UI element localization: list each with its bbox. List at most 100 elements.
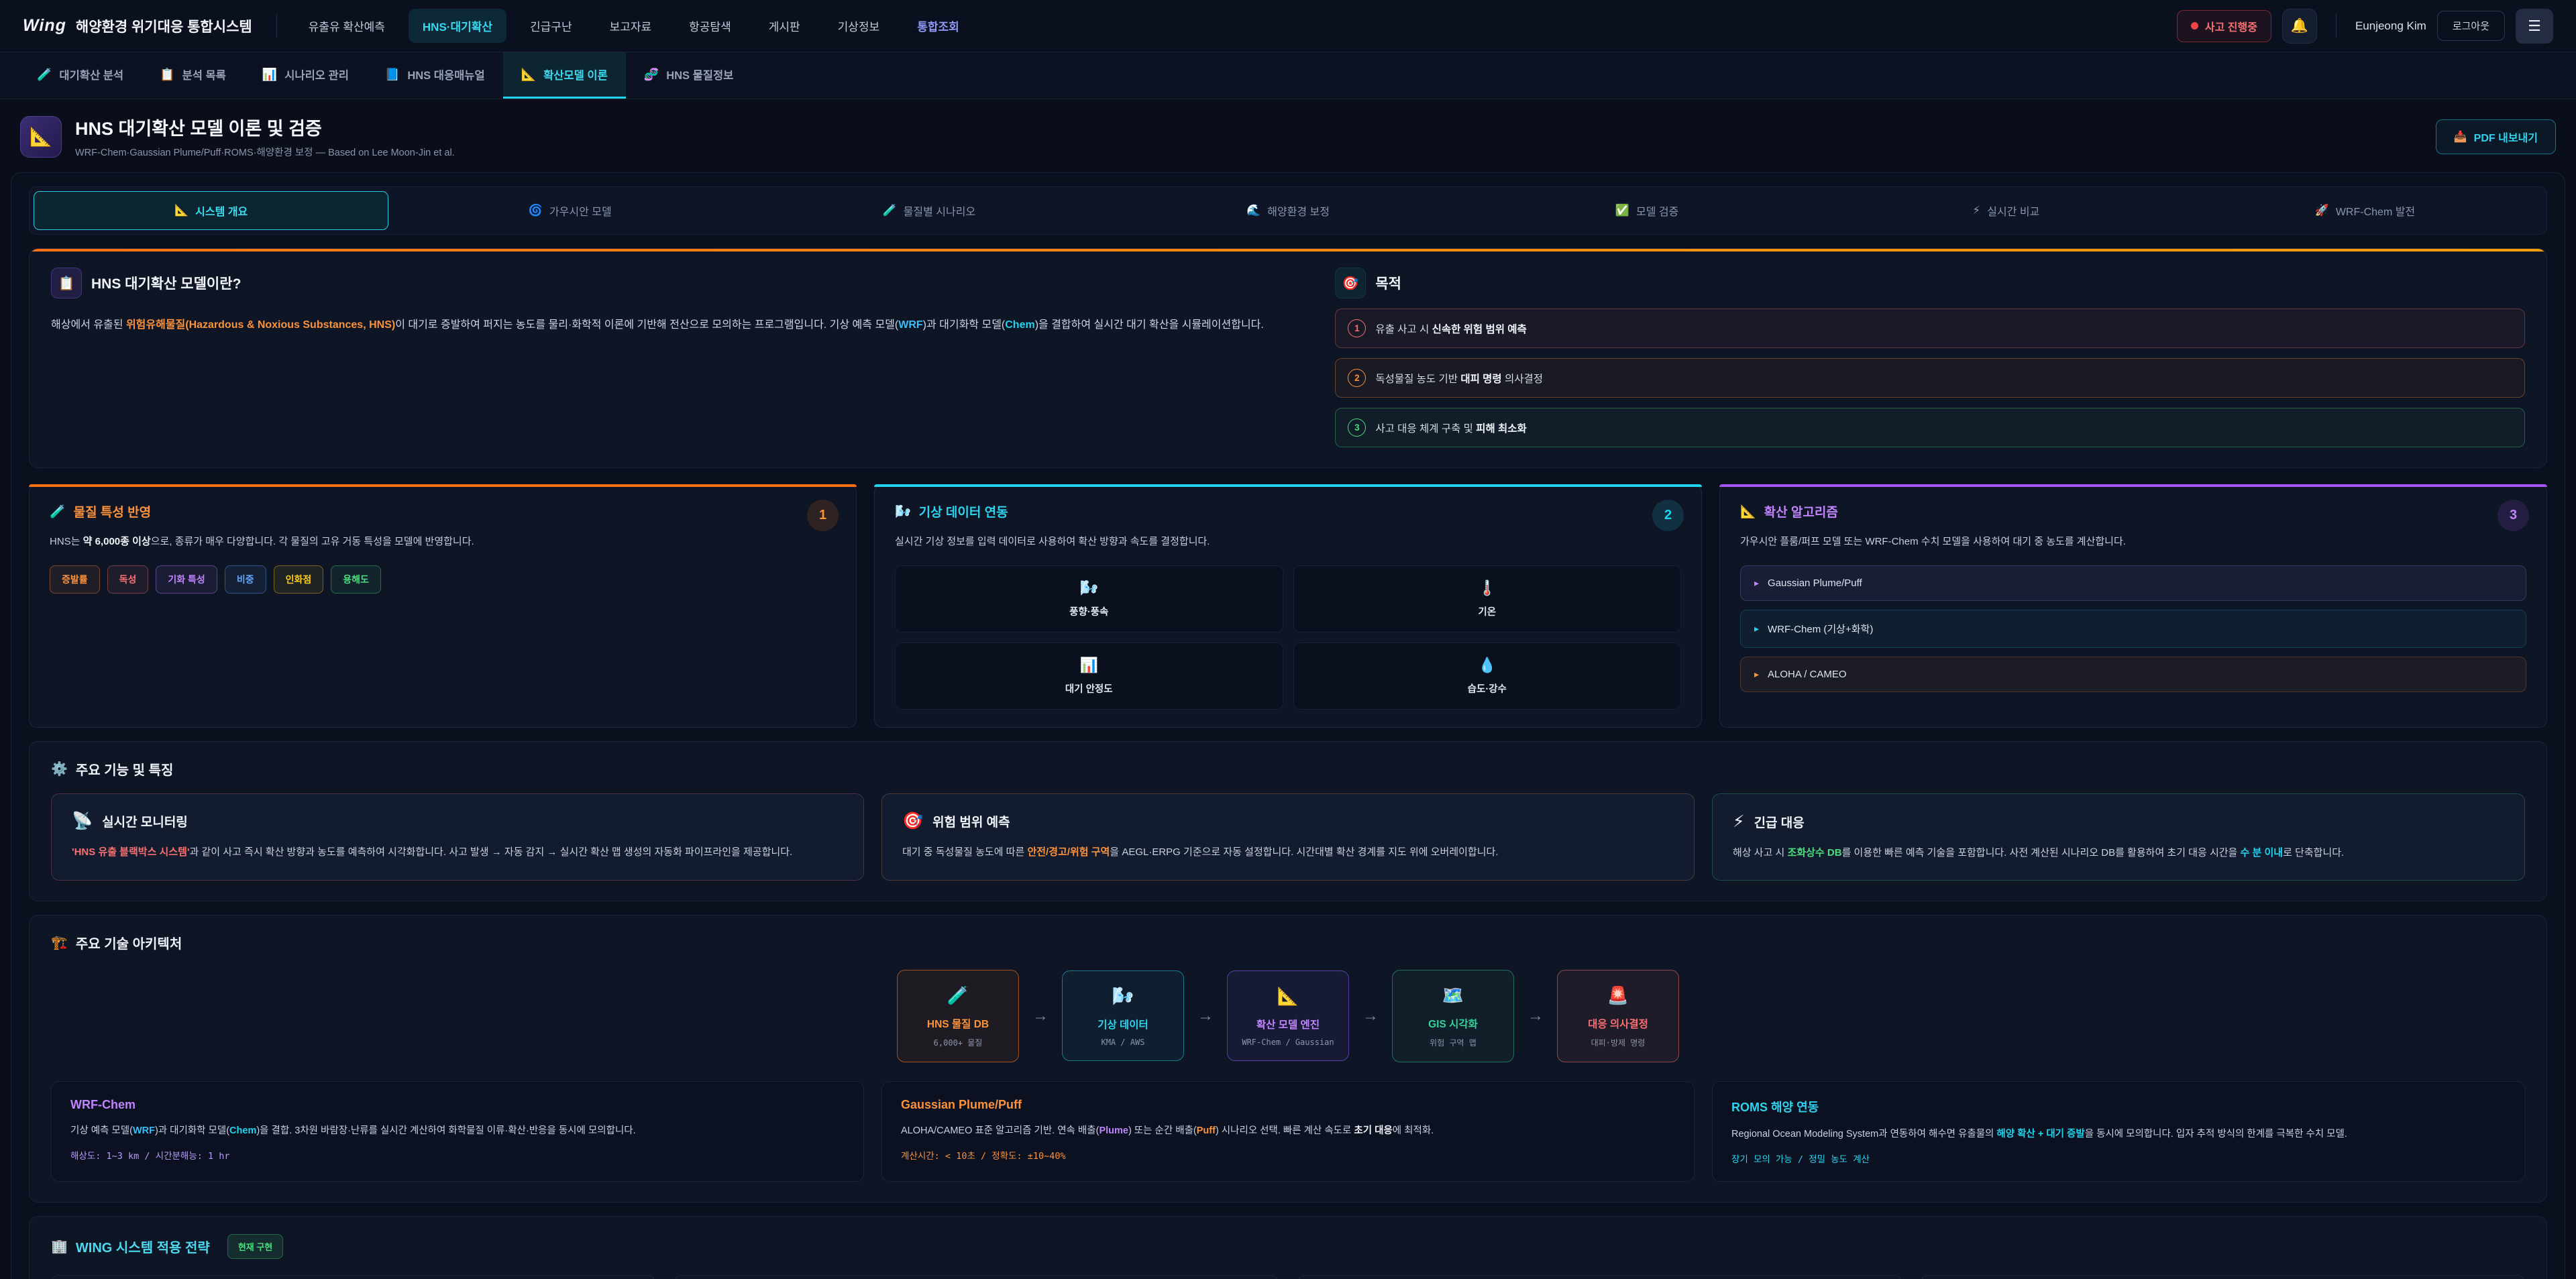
pdf-export-label: PDF 내보내기 (2474, 129, 2538, 145)
purpose-number-badge: 3 (1348, 419, 1366, 437)
tag-flash-point[interactable]: 인화점 (274, 565, 324, 594)
sub-navigation-bar: 🧪 대기확산 분석 📋 분석 목록 📊 시나리오 관리 📘 HNS 대응매뉴얼 … (0, 52, 2576, 99)
purpose-number-badge: 2 (1348, 369, 1366, 387)
droplet-icon: 💧 (1478, 657, 1496, 674)
weather-tiles-grid: 🌬️풍향·풍속 🌡️기온 📊대기 안정도 💧습도·강수 (895, 565, 1681, 710)
definition-body: 해상에서 유출된 위험유해물질(Hazardous & Noxious Subs… (51, 315, 1300, 335)
strategy-card-wrf-chem: 🌐 WRF-Chem 정밀 수치 모의 3D 확산 시뮬레이션 (1297, 1275, 1902, 1279)
tag-evaporation[interactable]: 증발률 (50, 565, 100, 594)
page-title-group: HNS 대기확산 모델 이론 및 검증 WRF-Chem·Gaussian Pl… (75, 114, 455, 159)
subnav-scenario-management[interactable]: 📊 시나리오 관리 (244, 52, 367, 99)
hns-highlight: 위험유해물질(Hazardous & Noxious Substances, H… (126, 319, 395, 331)
subnav-analysis-list[interactable]: 📋 분석 목록 (142, 52, 244, 99)
subnav-hns-manual[interactable]: 📘 HNS 대응매뉴얼 (367, 52, 503, 99)
pillar-title: 기상 데이터 연동 (919, 502, 1008, 520)
tag-specific-gravity[interactable]: 비중 (225, 565, 266, 594)
wind-icon: 🌬️ (1080, 579, 1098, 597)
flow-node-diffusion-engine: 📐 확산 모델 엔진 WRF-Chem / Gaussian (1227, 970, 1349, 1061)
purpose-item-2: 2 독성물질 농도 기반 대피 명령 의사결정 (1335, 358, 2525, 398)
lightning-icon: ⚡ (1733, 812, 1745, 832)
clipboard-icon: 📋 (160, 68, 174, 82)
purpose-item-1: 1 유출 사고 시 신속한 위험 범위 예측 (1335, 309, 2525, 348)
topnav-right-group: 사고 진행중 🔔 Eunjeong Kim 로그아웃 ☰ (2177, 9, 2553, 44)
chem-highlight: Chem (1005, 319, 1034, 331)
test-tube-icon: 🧪 (50, 504, 66, 520)
lightning-icon: ⚡ (1972, 204, 1980, 217)
arrow-right-icon: → (1527, 1007, 1544, 1025)
world-map-icon: 🗺️ (1442, 985, 1464, 1006)
rocket-icon: 🚀 (2315, 204, 2329, 217)
page-title: HNS 대기확산 모델 이론 및 검증 (75, 114, 455, 140)
purpose-item-3: 3 사고 대응 체계 구축 및 피해 최소화 (1335, 408, 2525, 447)
architecture-section-title: 주요 기술 아키텍처 (76, 933, 182, 952)
subnav-diffusion-model-theory[interactable]: 📐 확산모델 이론 (503, 52, 626, 99)
nav-item-rescue[interactable]: 긴급구난 (516, 9, 586, 43)
nav-item-weather[interactable]: 기상정보 (824, 9, 894, 43)
inbox-tray-icon: 📥 (2454, 130, 2467, 144)
flow-node-weather-data: 🌬️ 기상 데이터 KMA / AWS (1062, 970, 1184, 1061)
incident-dot-icon (2191, 22, 2198, 30)
flow-node-hns-db: 🧪 HNS 물질 DB 6,000+ 물질 (897, 970, 1019, 1062)
substance-properties-card: 1 🧪물질 특성 반영 HNS는 약 6,000종 이상으로, 종류가 매우 다… (29, 484, 857, 728)
logout-button[interactable]: 로그아웃 (2437, 11, 2505, 41)
nav-item-hns-diffusion[interactable]: HNS·대기확산 (409, 9, 506, 43)
subnav-label: 분석 목록 (182, 66, 226, 82)
nav-item-oil-spill[interactable]: 유출유 확산예측 (294, 9, 399, 43)
triangular-ruler-icon: 📐 (1740, 504, 1756, 520)
model-definition-card: 📋 HNS 대기확산 모델이란? 해상에서 유출된 위험유해물질(Hazardo… (51, 268, 1300, 447)
tab-gaussian-model[interactable]: 🌀 가우시안 모델 (392, 191, 747, 230)
arrow-icon: ▸ (1754, 623, 1759, 634)
algo-wrf-chem[interactable]: ▸WRF-Chem (기상+화학) (1740, 610, 2526, 648)
pdf-export-button[interactable]: 📥 PDF 내보내기 (2436, 119, 2556, 154)
tag-toxicity[interactable]: 독성 (107, 565, 149, 594)
subnav-label: HNS 물질정보 (666, 66, 733, 82)
target-icon: 🎯 (1335, 268, 1366, 298)
step-number-badge: 1 (807, 500, 839, 531)
page-header: 📐 HNS 대기확산 모델 이론 및 검증 WRF-Chem·Gaussian … (20, 114, 2556, 159)
nav-item-integrated-search[interactable]: 통합조회 (903, 9, 973, 43)
risk-range-prediction-card: 🎯위험 범위 예측 대기 중 독성물질 농도에 따른 안전/경고/위험 구역을 … (881, 793, 1695, 881)
features-section-title: 주요 기능 및 특징 (76, 759, 173, 779)
incident-badge-label: 사고 진행중 (2205, 18, 2257, 34)
subnav-diffusion-analysis[interactable]: 🧪 대기확산 분석 (19, 52, 142, 99)
subnav-label: 시나리오 관리 (284, 66, 349, 82)
algo-aloha-cameo[interactable]: ▸ALOHA / CAMEO (1740, 657, 2526, 692)
nav-item-reports[interactable]: 보고자료 (596, 9, 666, 43)
definition-title-row: 📋 HNS 대기확산 모델이란? (51, 268, 1300, 298)
architecture-flow: 🧪 HNS 물질 DB 6,000+ 물질 → 🌬️ 기상 데이터 KMA / … (51, 970, 2525, 1062)
tab-realtime-comparison[interactable]: ⚡ 실시간 비교 (1829, 191, 2184, 230)
tab-wrf-chem-evolution[interactable]: 🚀 WRF-Chem 발전 (2188, 191, 2542, 230)
user-name: Eunjeong Kim (2355, 19, 2426, 33)
algo-gaussian-plume-puff[interactable]: ▸Gaussian Plume/Puff (1740, 565, 2526, 601)
tab-model-validation[interactable]: ✅ 모델 검증 (1470, 191, 1825, 230)
property-tags: 증발률 독성 기화 특성 비중 인화점 용해도 (50, 565, 836, 594)
hamburger-menu-button[interactable]: ☰ (2516, 9, 2553, 44)
pillar-description: 실시간 기상 정보를 입력 데이터로 사용하여 확산 방향과 속도를 결정합니다… (895, 533, 1681, 551)
strategy-card-hns-db: 🧪 HNS DB 연동 CHRIS/CAMEO DB 6,000+종 물질 검색 (51, 1275, 655, 1279)
siren-icon: 🚨 (1607, 985, 1629, 1006)
wind-icon: 🌬️ (1112, 986, 1134, 1007)
wing-logo: Wing (23, 16, 66, 36)
subnav-hns-substance-info[interactable]: 🧬 HNS 물질정보 (626, 52, 752, 99)
system-title: 해양환경 위기대응 통합시스템 (76, 16, 252, 36)
step-number-badge: 2 (1652, 500, 1684, 531)
tag-vaporization[interactable]: 기화 특성 (156, 565, 217, 594)
tag-solubility[interactable]: 용해도 (331, 565, 381, 594)
bar-chart-icon: 📊 (1080, 657, 1098, 674)
nav-item-board[interactable]: 게시판 (755, 9, 814, 43)
gear-icon: ⚙️ (51, 761, 68, 777)
tab-system-overview[interactable]: 📐 시스템 개요 (34, 191, 388, 230)
step-number-badge: 3 (2498, 500, 2529, 531)
pillar-description: HNS는 약 6,000종 이상으로, 종류가 매우 다양합니다. 각 물질의 … (50, 533, 836, 551)
definition-title: HNS 대기확산 모델이란? (91, 273, 241, 293)
thermometer-icon: 🌡️ (1478, 579, 1496, 597)
tab-substance-scenarios[interactable]: 🧪 물질별 시나리오 (751, 191, 1106, 230)
incident-status-badge[interactable]: 사고 진행중 (2177, 10, 2271, 42)
tab-label: 실시간 비교 (1987, 203, 2039, 219)
target-icon: 🎯 (902, 812, 923, 831)
nav-item-aerial-search[interactable]: 항공탐색 (675, 9, 745, 43)
tab-marine-correction[interactable]: 🌊 해양환경 보정 (1110, 191, 1465, 230)
notifications-button[interactable]: 🔔 (2282, 9, 2317, 44)
purpose-text: 사고 대응 체계 구축 및 피해 최소화 (1375, 421, 1526, 435)
hamburger-icon: ☰ (2528, 17, 2541, 35)
